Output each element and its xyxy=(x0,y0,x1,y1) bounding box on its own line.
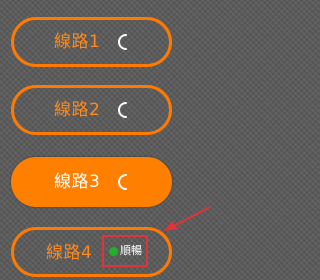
loading-spinner-icon xyxy=(118,34,127,50)
green-status-dot-icon xyxy=(109,247,118,256)
route-1-button[interactable]: 線路1 xyxy=(11,17,172,67)
route-4-status-text: 順暢 xyxy=(120,244,142,257)
route-2-button[interactable]: 線路2 xyxy=(11,85,172,135)
route-3-label: 線路3 xyxy=(54,172,101,192)
route-4-label: 線路4 xyxy=(46,243,93,263)
route-4-status-highlight: 順暢 xyxy=(102,235,148,267)
loading-spinner-icon xyxy=(118,102,127,118)
route-2-label: 線路2 xyxy=(54,100,101,120)
route-1-label: 線路1 xyxy=(54,32,101,52)
red-pointer-arrow-icon xyxy=(164,206,211,231)
route-3-button[interactable]: 線路3 xyxy=(11,157,172,207)
loading-spinner-icon xyxy=(118,174,127,190)
route-4-button[interactable]: 線路4 順暢 xyxy=(11,227,172,277)
